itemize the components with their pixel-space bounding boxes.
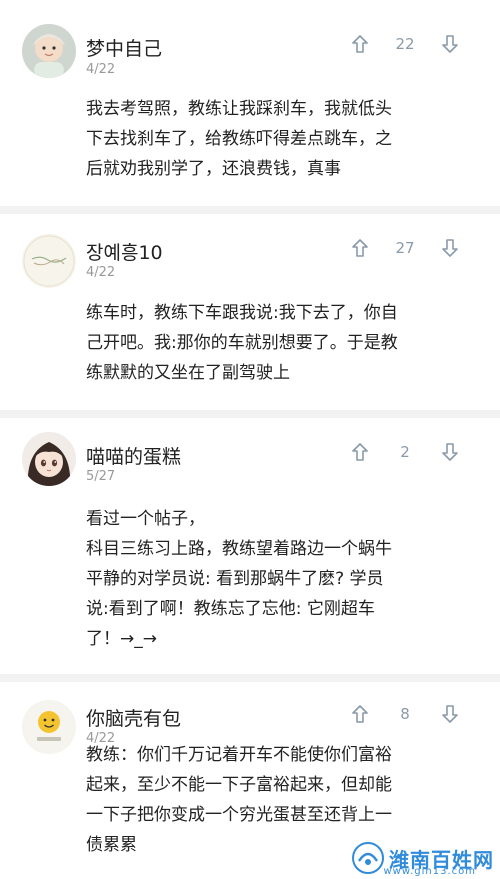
vote-count: 27 <box>395 239 415 257</box>
vote-count: 8 <box>400 705 410 723</box>
arrow-down-icon <box>442 35 458 53</box>
comment-text-line: 平静的对学员说: 看到那蜗牛了麽? 学员 <box>86 569 384 589</box>
vote-bar: 2 <box>350 440 460 464</box>
downvote-button[interactable] <box>440 237 460 259</box>
avatar[interactable] <box>22 24 76 78</box>
comment-text-line: 练默默的又坐在了副驾驶上 <box>86 363 290 383</box>
arrow-down-icon <box>442 239 458 257</box>
watermark-url: www.gin13.com <box>383 866 476 877</box>
comment-item: 喵喵的蛋糕 5/27 2 看过一个帖子， 科目三练习上路，教练望着路边一个蜗牛 … <box>0 418 500 674</box>
arrow-down-icon <box>442 443 458 461</box>
comment-date: 4/22 <box>86 62 116 77</box>
comment-feed: 梦中自己 4/22 22 我去考驾照，教练让我踩刹车，我就低头 下去找刹车了，给… <box>0 0 500 879</box>
downvote-button[interactable] <box>440 703 460 725</box>
comment-date: 4/22 <box>86 265 116 280</box>
comment-text-line: 我去考驾照，教练让我踩刹车，我就低头 <box>86 99 392 119</box>
site-watermark: 潍南百姓网 www.gin13.com <box>351 841 494 877</box>
username[interactable]: 喵喵的蛋糕 <box>86 442 181 469</box>
comment-text-line: 教练：你们千万记着开车不能使你们富裕 <box>86 745 392 765</box>
vote-count: 22 <box>395 35 415 53</box>
comment-text-line: 己开吧。我:那你的车就别想要了。于是教 <box>86 333 398 353</box>
divider <box>0 674 500 682</box>
comment-body: 看过一个帖子， 科目三练习上路，教练望着路边一个蜗牛 平静的对学员说: 看到那蜗… <box>86 504 466 654</box>
smiley-avatar-icon <box>22 700 76 754</box>
comment-text-line: 起来，至少不能一下子富裕起来，但却能 <box>86 775 392 795</box>
comment-item: 장예흥10 4/22 27 练车时，教练下车跟我说:我下去了，你自 己开吧。我:… <box>0 214 500 410</box>
anime-girl-avatar-icon <box>22 432 76 486</box>
upvote-button[interactable] <box>350 237 370 259</box>
comment-text-line: 说:看到了啊！教练忘了忘他: 它刚超车 <box>86 599 375 619</box>
upvote-button[interactable] <box>350 33 370 55</box>
username[interactable]: 梦中自己 <box>86 34 162 61</box>
arrow-up-icon <box>352 35 368 53</box>
text-logo-avatar-icon <box>22 234 76 288</box>
vote-bar: 27 <box>350 236 460 260</box>
comment-date: 5/27 <box>86 469 116 484</box>
divider <box>0 206 500 214</box>
comment-text-line: 科目三练习上路，教练望着路边一个蜗牛 <box>86 539 392 559</box>
vote-count: 2 <box>400 443 410 461</box>
comment-text-line: 了！→_→ <box>86 629 157 649</box>
username[interactable]: 장예흥10 <box>86 238 163 265</box>
divider <box>0 410 500 418</box>
watermark-logo-icon <box>352 842 384 874</box>
comment-body: 练车时，教练下车跟我说:我下去了，你自 己开吧。我:那你的车就别想要了。于是教 … <box>86 298 466 388</box>
baby-avatar-icon <box>22 24 76 78</box>
comment-text-line: 练车时，教练下车跟我说:我下去了，你自 <box>86 303 398 323</box>
avatar[interactable] <box>22 432 76 486</box>
vote-bar: 22 <box>350 32 460 56</box>
upvote-button[interactable] <box>350 441 370 463</box>
comment-text-line: 下去找刹车了，给教练吓得差点跳车，之 <box>86 129 392 149</box>
comment-body: 我去考驾照，教练让我踩刹车，我就低头 下去找刹车了，给教练吓得差点跳车，之 后就… <box>86 94 466 184</box>
comment-text-line: 看过一个帖子， <box>86 509 205 529</box>
arrow-up-icon <box>352 239 368 257</box>
vote-bar: 8 <box>350 702 460 726</box>
downvote-button[interactable] <box>440 33 460 55</box>
arrow-down-icon <box>442 705 458 723</box>
arrow-up-icon <box>352 443 368 461</box>
comment-text-line: 后就劝我别学了，还浪费钱，真事 <box>86 159 341 179</box>
arrow-up-icon <box>352 705 368 723</box>
comment-text-line: 一下子把你变成一个穷光蛋甚至还背上一 <box>86 805 392 825</box>
username[interactable]: 你脑壳有包 <box>86 704 181 731</box>
avatar[interactable] <box>22 234 76 288</box>
comment-item: 梦中自己 4/22 22 我去考驾照，教练让我踩刹车，我就低头 下去找刹车了，给… <box>0 0 500 206</box>
avatar[interactable] <box>22 700 76 754</box>
upvote-button[interactable] <box>350 703 370 725</box>
downvote-button[interactable] <box>440 441 460 463</box>
